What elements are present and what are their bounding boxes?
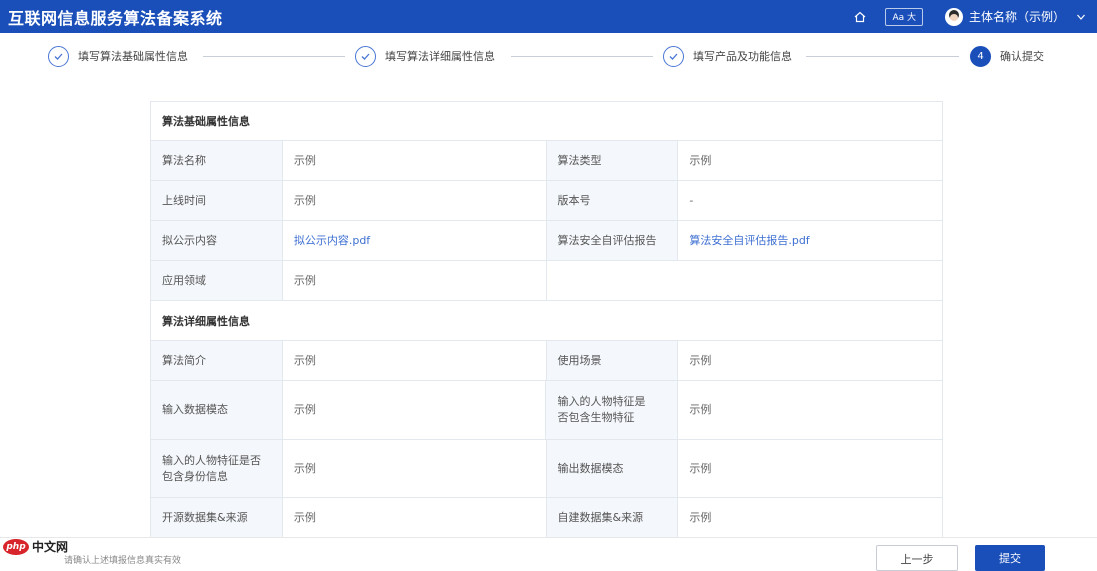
field-value: 示例 — [283, 181, 547, 220]
field-label: 上线时间 — [151, 181, 283, 220]
watermark: php 中文网 — [3, 538, 68, 555]
step-3[interactable]: 填写产品及功能信息 — [663, 45, 792, 67]
field-label: 版本号 — [546, 181, 679, 220]
field-value: 示例 — [678, 498, 943, 537]
field-value-cell: 拟公示内容.pdf — [283, 221, 547, 260]
table-row: 开源数据集&来源 示例 自建数据集&来源 示例 — [151, 498, 943, 538]
php-logo-icon: php — [3, 538, 29, 555]
step-connector — [511, 56, 653, 57]
field-value: 示例 — [283, 341, 547, 380]
field-label: 应用领域 — [151, 261, 283, 300]
field-label: 算法安全自评估报告 — [546, 221, 679, 260]
field-value: 示例 — [283, 141, 547, 180]
section-title: 算法详细属性信息 — [151, 301, 943, 340]
public-content-file-link[interactable]: 拟公示内容.pdf — [294, 233, 370, 249]
field-label: 拟公示内容 — [151, 221, 283, 260]
field-label: 算法名称 — [151, 141, 283, 180]
section-title: 算法基础属性信息 — [151, 102, 943, 140]
field-value: 示例 — [678, 381, 943, 439]
bottom-action-bar: 请确认上述填报信息真实有效 上一步 提交 — [0, 537, 1097, 571]
step-4[interactable]: 4 确认提交 — [970, 45, 1044, 67]
confirm-notice: 请确认上述填报信息真实有效 — [64, 556, 182, 566]
step-label: 确认提交 — [1000, 50, 1044, 63]
home-icon[interactable] — [853, 10, 867, 24]
table-row: 应用领域 示例 — [151, 261, 943, 301]
field-label: 输入的人物特征是否包含身份信息 — [151, 440, 283, 497]
header-actions: Aa 大 主体名称（示例） — [853, 0, 1087, 33]
field-label: 开源数据集&来源 — [151, 498, 283, 537]
section-header: 算法基础属性信息 — [151, 102, 943, 141]
field-value: 示例 — [283, 381, 547, 439]
field-label: 输出数据模态 — [546, 440, 679, 497]
font-size-toggle[interactable]: Aa 大 — [885, 7, 923, 26]
step-label: 填写算法详细属性信息 — [385, 50, 495, 63]
field-value-cell: 算法安全自评估报告.pdf — [678, 221, 943, 260]
check-icon — [355, 45, 376, 67]
field-label: 使用场景 — [546, 341, 679, 380]
info-table: 算法基础属性信息 算法名称 示例 算法类型 示例 上线时间 示例 版本号 - 拟… — [150, 101, 943, 538]
field-value: 示例 — [678, 141, 943, 180]
step-number: 4 — [970, 45, 991, 67]
app-title: 互联网信息服务算法备案系统 — [8, 8, 223, 28]
step-connector — [203, 56, 345, 57]
submit-button[interactable]: 提交 — [975, 545, 1045, 571]
field-label: 自建数据集&来源 — [546, 498, 679, 537]
field-value: 示例 — [283, 440, 547, 497]
top-bar: 互联网信息服务算法备案系统 Aa 大 主体名称（示例） — [0, 0, 1097, 33]
section-header: 算法详细属性信息 — [151, 301, 943, 341]
field-label: 输入的人物特征是否包含生物特征 — [546, 381, 679, 439]
check-icon — [48, 45, 69, 67]
step-1[interactable]: 填写算法基础属性信息 — [48, 45, 188, 67]
step-label: 填写算法基础属性信息 — [78, 50, 188, 63]
empty-cell — [547, 261, 943, 300]
field-value: 示例 — [283, 261, 547, 300]
table-row: 输入的人物特征是否包含身份信息 示例 输出数据模态 示例 — [151, 440, 943, 498]
step-connector — [806, 56, 959, 57]
chevron-down-icon[interactable] — [1075, 11, 1087, 23]
check-icon — [663, 45, 684, 67]
field-label: 算法简介 — [151, 341, 283, 380]
field-label: 算法类型 — [546, 141, 679, 180]
step-label: 填写产品及功能信息 — [693, 50, 792, 63]
self-assessment-report-link[interactable]: 算法安全自评估报告.pdf — [689, 233, 809, 249]
table-row: 算法名称 示例 算法类型 示例 — [151, 141, 943, 181]
table-row: 上线时间 示例 版本号 - — [151, 181, 943, 221]
field-value: 示例 — [678, 341, 943, 380]
user-name[interactable]: 主体名称（示例） — [969, 8, 1065, 25]
prev-step-button[interactable]: 上一步 — [876, 545, 958, 571]
field-value: - — [678, 181, 943, 220]
table-row: 算法简介 示例 使用场景 示例 — [151, 341, 943, 381]
field-value: 示例 — [678, 440, 943, 497]
table-row: 输入数据模态 示例 输入的人物特征是否包含生物特征 示例 — [151, 381, 943, 440]
table-row: 拟公示内容 拟公示内容.pdf 算法安全自评估报告 算法安全自评估报告.pdf — [151, 221, 943, 261]
progress-steps: 填写算法基础属性信息 填写算法详细属性信息 填写产品及功能信息 4 确认提交 — [0, 33, 1097, 79]
avatar[interactable] — [944, 7, 963, 26]
field-value: 示例 — [283, 498, 547, 537]
watermark-text: 中文网 — [32, 540, 69, 554]
step-2[interactable]: 填写算法详细属性信息 — [355, 45, 495, 67]
field-label: 输入数据模态 — [151, 381, 283, 439]
